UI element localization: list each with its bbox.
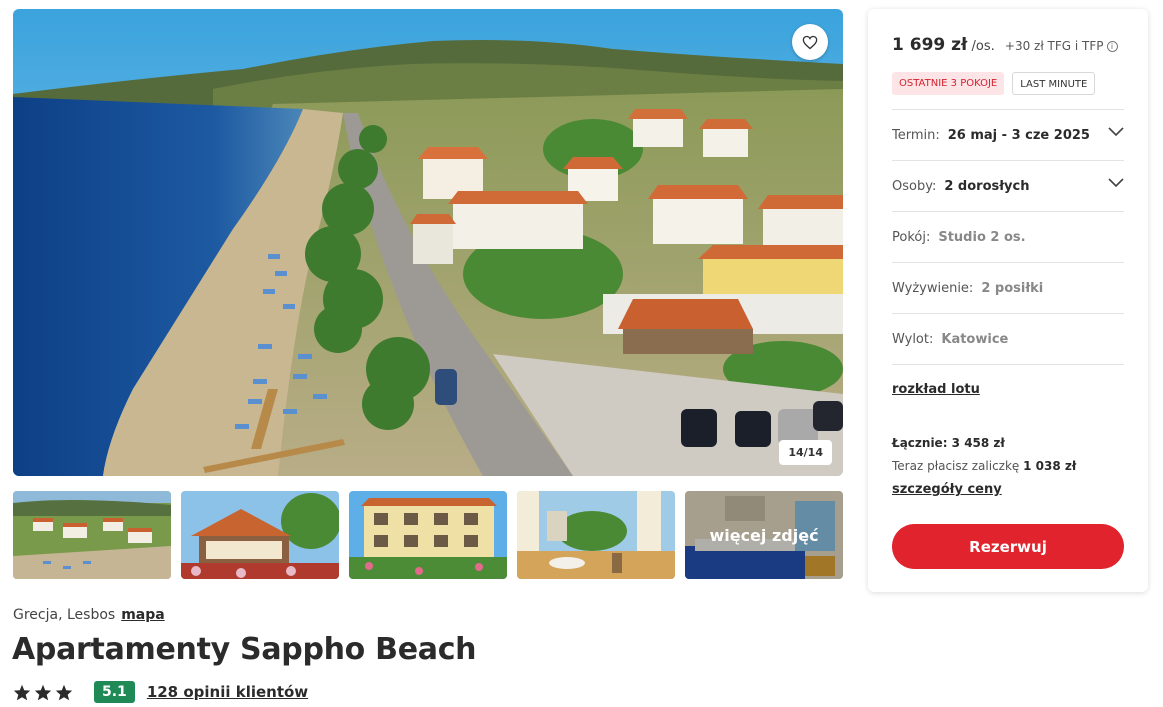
main-photo[interactable]: 14/14 (13, 9, 843, 476)
thumbnail-3[interactable] (349, 491, 507, 579)
date-selector[interactable]: Termin: 26 maj - 3 cze 2025 (892, 109, 1124, 160)
offer-badges: OSTATNIE 3 POKOJE LAST MINUTE (892, 72, 1096, 95)
row-label: Wyżywienie: (892, 280, 974, 296)
star-rating (13, 684, 73, 701)
star-icon (55, 684, 73, 700)
row-label: Termin: (892, 127, 940, 143)
row-value: Katowice (941, 331, 1009, 347)
favorite-button[interactable] (792, 24, 828, 60)
thumbnail-2[interactable] (181, 491, 339, 579)
more-photos-label: więcej zdjęć (685, 491, 843, 579)
row-label: Pokój: (892, 229, 931, 245)
price-extra-fees: +30 zł TFG i TFP (1004, 39, 1104, 53)
chevron-down-icon (1108, 178, 1124, 188)
beach-aerial-photo (13, 9, 843, 476)
thumbnail-1[interactable] (13, 491, 171, 579)
price-unit: /os. (971, 39, 995, 54)
heart-icon (802, 35, 818, 49)
last-rooms-badge: OSTATNIE 3 POKOJE (892, 72, 1005, 95)
total-price: Łącznie: 3 458 zł (892, 436, 1005, 450)
photo-counter: 14/14 (779, 440, 832, 465)
hotel-name: Apartamenty Sappho Beach (12, 632, 477, 667)
last-minute-badge: LAST MINUTE (1012, 72, 1096, 95)
deposit-text: Teraz płacisz zaliczkę (892, 459, 1020, 473)
deposit-info: Teraz płacisz zaliczkę 1 038 zł (892, 459, 1076, 473)
persons-selector[interactable]: Osoby: 2 dorosłych (892, 160, 1124, 211)
reviews-link[interactable]: 128 opinii klientów (147, 683, 308, 701)
price-per-person: 1 699 zł (892, 35, 968, 55)
thumbnail-strip: więcej zdjęć (13, 491, 843, 579)
row-value: 2 dorosłych (944, 178, 1030, 194)
flight-schedule-link[interactable]: rozkład lotu (892, 382, 980, 397)
row-label: Osoby: (892, 178, 937, 194)
price-details-link[interactable]: szczegóły ceny (892, 482, 1002, 497)
row-value: 2 posiłki (981, 280, 1044, 296)
deposit-amount: 1 038 zł (1023, 459, 1077, 473)
room-row: Pokój: Studio 2 os. (892, 211, 1124, 262)
thumbnail-4[interactable] (517, 491, 675, 579)
location-text: Grecja, Lesbos (13, 607, 116, 623)
departure-row: Wylot: Katowice (892, 313, 1124, 364)
info-icon[interactable]: i (1106, 41, 1118, 52)
booking-card: 1 699 zł /os. +30 zł TFG i TFP i OSTATNIE… (868, 9, 1148, 592)
row-value: Studio 2 os. (938, 229, 1026, 245)
row-label: Wylot: (892, 331, 934, 347)
map-link[interactable]: mapa (121, 607, 165, 623)
chevron-down-icon (1108, 127, 1124, 137)
divider (892, 364, 1124, 365)
more-photos-button[interactable]: więcej zdjęć (685, 491, 843, 579)
rating-row: 5.1 128 opinii klientów (13, 680, 308, 704)
book-button[interactable]: Rezerwuj (892, 524, 1124, 569)
row-value: 26 maj - 3 cze 2025 (947, 127, 1090, 143)
hotel-location: Grecja, Lesbos mapa (13, 607, 165, 623)
price-line: 1 699 zł /os. +30 zł TFG i TFP i (892, 35, 1118, 55)
star-icon (34, 684, 52, 700)
board-row: Wyżywienie: 2 posiłki (892, 262, 1124, 313)
star-icon (13, 684, 31, 700)
score-badge: 5.1 (94, 681, 135, 703)
